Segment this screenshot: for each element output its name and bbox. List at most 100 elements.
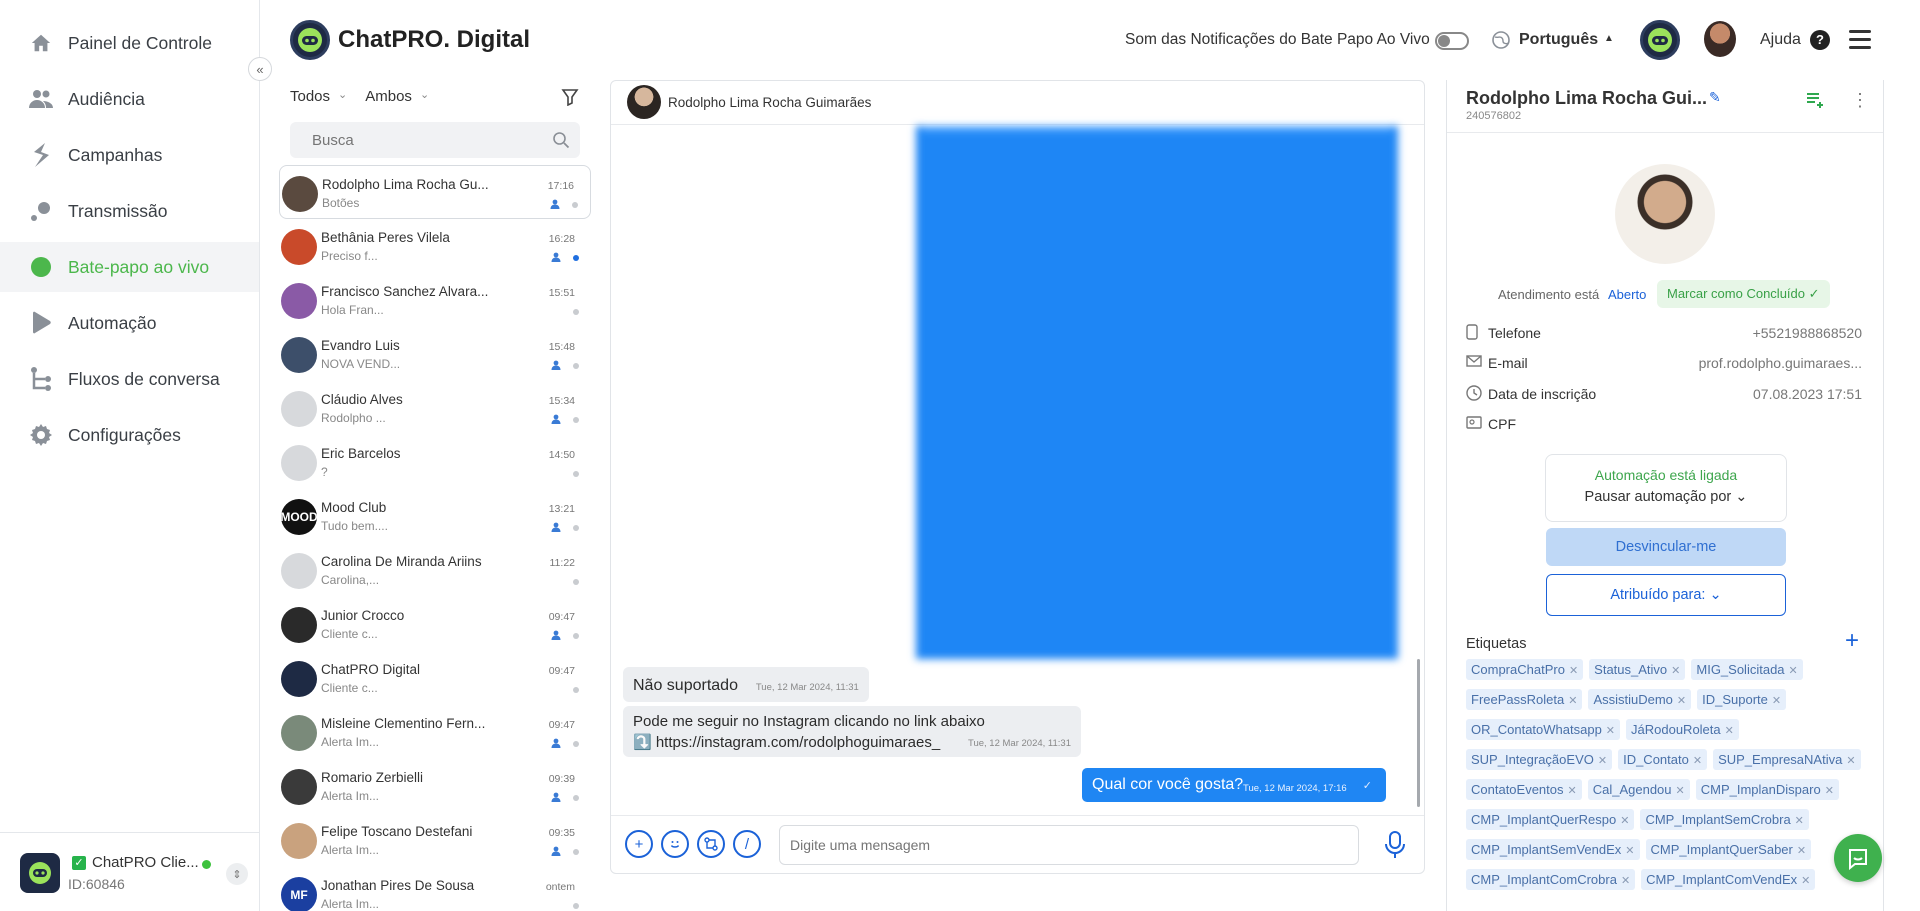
remove-tag-icon[interactable]: ✕ (1789, 665, 1798, 677)
tag-chip[interactable]: CMP_ImplantComVendEx ✕ (1641, 869, 1816, 890)
filter-all-dropdown[interactable]: Todos (290, 88, 330, 105)
mark-as-done-button[interactable]: Marcar como Concluído ✓ (1657, 280, 1830, 308)
filter-both-dropdown[interactable]: Ambos (365, 88, 412, 105)
remove-tag-icon[interactable]: ✕ (1676, 785, 1685, 797)
tag-chip[interactable]: FreePassRoleta ✕ (1466, 689, 1583, 710)
tag-chip[interactable]: Status_Ativo ✕ (1589, 659, 1686, 680)
contact-avatar[interactable] (627, 85, 661, 119)
tag-chip[interactable]: ID_Contato ✕ (1618, 749, 1708, 770)
add-tag-icon[interactable]: + (1845, 629, 1859, 653)
conversation-item[interactable]: Misleine Clementino Fern... Alerta Im... 0… (279, 705, 591, 759)
conversation-item[interactable]: MOOD Mood Club Tudo bem.... 13:21 (279, 489, 591, 543)
remove-tag-icon[interactable]: ✕ (1725, 725, 1734, 737)
language-selector[interactable]: Português (1519, 31, 1598, 49)
conversation-item[interactable]: Bethânia Peres Vilela Preciso f... 16:28 (279, 219, 591, 273)
tag-chip[interactable]: JáRodouRoleta ✕ (1626, 719, 1739, 740)
user-avatar[interactable] (1704, 21, 1736, 57)
blurred-media-message[interactable] (916, 126, 1398, 659)
remove-tag-icon[interactable]: ✕ (1621, 875, 1630, 887)
hamburger-menu-icon[interactable] (1849, 30, 1871, 50)
tag-chip[interactable]: ID_Suporte ✕ (1697, 689, 1787, 710)
flow-trigger-icon[interactable] (697, 830, 725, 858)
tag-chip[interactable]: Cal_Agendou ✕ (1587, 779, 1690, 800)
remove-tag-icon[interactable]: ✕ (1825, 785, 1834, 797)
conversation-item[interactable]: ChatPRO Digital Cliente c... 09:47 (279, 651, 591, 705)
conversation-item[interactable]: Romario Zerbielli Alerta Im... 09:39 (279, 759, 591, 813)
nav-item-broadcast[interactable]: Transmissão (0, 186, 259, 236)
remove-tag-icon[interactable]: ✕ (1598, 755, 1607, 767)
conversation-item[interactable]: Cláudio Alves Rodolpho ... 15:34 (279, 381, 591, 435)
tag-chip[interactable]: MIG_Solicitada ✕ (1691, 659, 1803, 680)
nav-item-automation[interactable]: Automação (0, 298, 259, 348)
conversation-item[interactable]: Eric Barcelos? 14:50 (279, 435, 591, 489)
chat-scrollbar[interactable] (1417, 659, 1420, 807)
tag-chip[interactable]: SUP_IntegraçãoEVO ✕ (1466, 749, 1613, 770)
remove-tag-icon[interactable]: ✕ (1801, 875, 1810, 887)
remove-tag-icon[interactable]: ✕ (1677, 695, 1686, 707)
remove-tag-icon[interactable]: ✕ (1846, 755, 1855, 767)
tag-chip[interactable]: CMP_ImplantComCrobra ✕ (1466, 869, 1636, 890)
remove-tag-icon[interactable]: ✕ (1693, 755, 1702, 767)
more-vertical-icon[interactable]: ⋮ (1851, 90, 1869, 111)
nav-item-live-chat[interactable]: Bate-papo ao vivo (0, 242, 259, 292)
tag-chip[interactable]: CMP_ImplantQuerRespo ✕ (1466, 809, 1635, 830)
tag-chip[interactable]: CMP_ImplanDisparo ✕ (1695, 779, 1839, 800)
conversation-name: Eric Barcelos (321, 446, 401, 461)
conversation-item[interactable]: Felipe Toscano Destefani Alerta Im... 09:3… (279, 813, 591, 867)
bot-avatar[interactable] (1640, 20, 1680, 60)
search-input[interactable] (290, 122, 580, 158)
tag-chip[interactable]: CMP_ImplantQuerSaber ✕ (1645, 839, 1812, 860)
remove-tag-icon[interactable]: ✕ (1797, 845, 1806, 857)
remove-tag-icon[interactable]: ✕ (1625, 845, 1634, 857)
nav-item-settings[interactable]: Configurações (0, 410, 259, 460)
conversation-item[interactable]: MF Jonathan Pires De Sousa Alerta Im... ont… (279, 867, 591, 911)
remove-tag-icon[interactable]: ✕ (1772, 695, 1781, 707)
emoji-icon[interactable] (661, 830, 689, 858)
remove-tag-icon[interactable]: ✕ (1569, 665, 1578, 677)
tag-chip[interactable]: CMP_ImplantSemVendEx ✕ (1466, 839, 1640, 860)
assigned-to-dropdown[interactable]: Atribuído para: ⌄ (1546, 574, 1786, 616)
remove-tag-icon[interactable]: ✕ (1795, 815, 1804, 827)
chevron-updown-icon[interactable]: ⇕ (226, 863, 248, 885)
remove-tag-icon[interactable]: ✕ (1671, 665, 1680, 677)
tag-chip[interactable]: CompraChatPro ✕ (1466, 659, 1584, 680)
notification-sound-toggle[interactable] (1435, 32, 1469, 50)
conversation-item[interactable]: Junior Crocco Cliente c... 09:47 (279, 597, 591, 651)
conversation-item[interactable]: Evandro Luis NOVA VEND... 15:48 (279, 327, 591, 381)
account-switcher[interactable]: ✓ ChatPRO Clie... ID:60846 ⇕ (0, 832, 259, 911)
chat-support-button[interactable] (1834, 834, 1882, 882)
conversation-item[interactable]: Francisco Sanchez Alvara... Hola Fran... 1… (279, 273, 591, 327)
tag-chip[interactable]: CMP_ImplantSemCrobra ✕ (1640, 809, 1809, 830)
add-attachment-button[interactable]: + (625, 830, 653, 858)
microphone-icon[interactable] (1384, 831, 1406, 859)
add-to-list-icon[interactable] (1805, 90, 1825, 115)
nav-item-flows[interactable]: Fluxos de conversa (0, 354, 259, 404)
remove-tag-icon[interactable]: ✕ (1620, 815, 1629, 827)
remove-tag-icon[interactable]: ✕ (1568, 695, 1577, 707)
slash-command-icon[interactable]: / (733, 830, 761, 858)
remove-tag-icon[interactable]: ✕ (1568, 785, 1577, 797)
conversation-item[interactable]: Rodolpho Lima Rocha Gu... Botões 17:16 (279, 165, 591, 219)
message-input[interactable] (779, 825, 1359, 865)
contact-name[interactable]: Rodolpho Lima Rocha Guimarães (668, 95, 871, 110)
help-link[interactable]: Ajuda (1760, 31, 1801, 49)
remove-tag-icon[interactable]: ✕ (1606, 725, 1615, 737)
tag-chip[interactable]: OR_ContatoWhatsapp ✕ (1466, 719, 1621, 740)
search-icon[interactable] (552, 131, 570, 154)
nav-item-campaigns[interactable]: Campanhas (0, 130, 259, 180)
conversation-preview: Cliente c... (321, 627, 378, 641)
contact-avatar (281, 715, 317, 751)
pencil-icon[interactable]: ✎ (1709, 89, 1721, 106)
tag-chip[interactable]: ContatoEventos ✕ (1466, 779, 1582, 800)
nav-item-dashboard[interactable]: Painel de Controle (0, 18, 259, 68)
collapse-sidebar-button[interactable]: « (248, 57, 272, 81)
tag-chip[interactable]: AssistiuDemo ✕ (1588, 689, 1692, 710)
filter-funnel-icon[interactable] (561, 88, 579, 111)
unlink-me-button[interactable]: Desvincular-me (1546, 528, 1786, 566)
tag-chip[interactable]: SUP_EmpresaNAtiva ✕ (1713, 749, 1861, 770)
pause-automation-dropdown[interactable]: Pausar automação por ⌄ (1546, 489, 1786, 505)
id-card-icon (1466, 415, 1482, 432)
conversation-item[interactable]: Carolina De Miranda Ariins Carolina,... 11… (279, 543, 591, 597)
nav-item-audience[interactable]: Audiência (0, 74, 259, 124)
help-icon[interactable]: ? (1810, 30, 1830, 50)
